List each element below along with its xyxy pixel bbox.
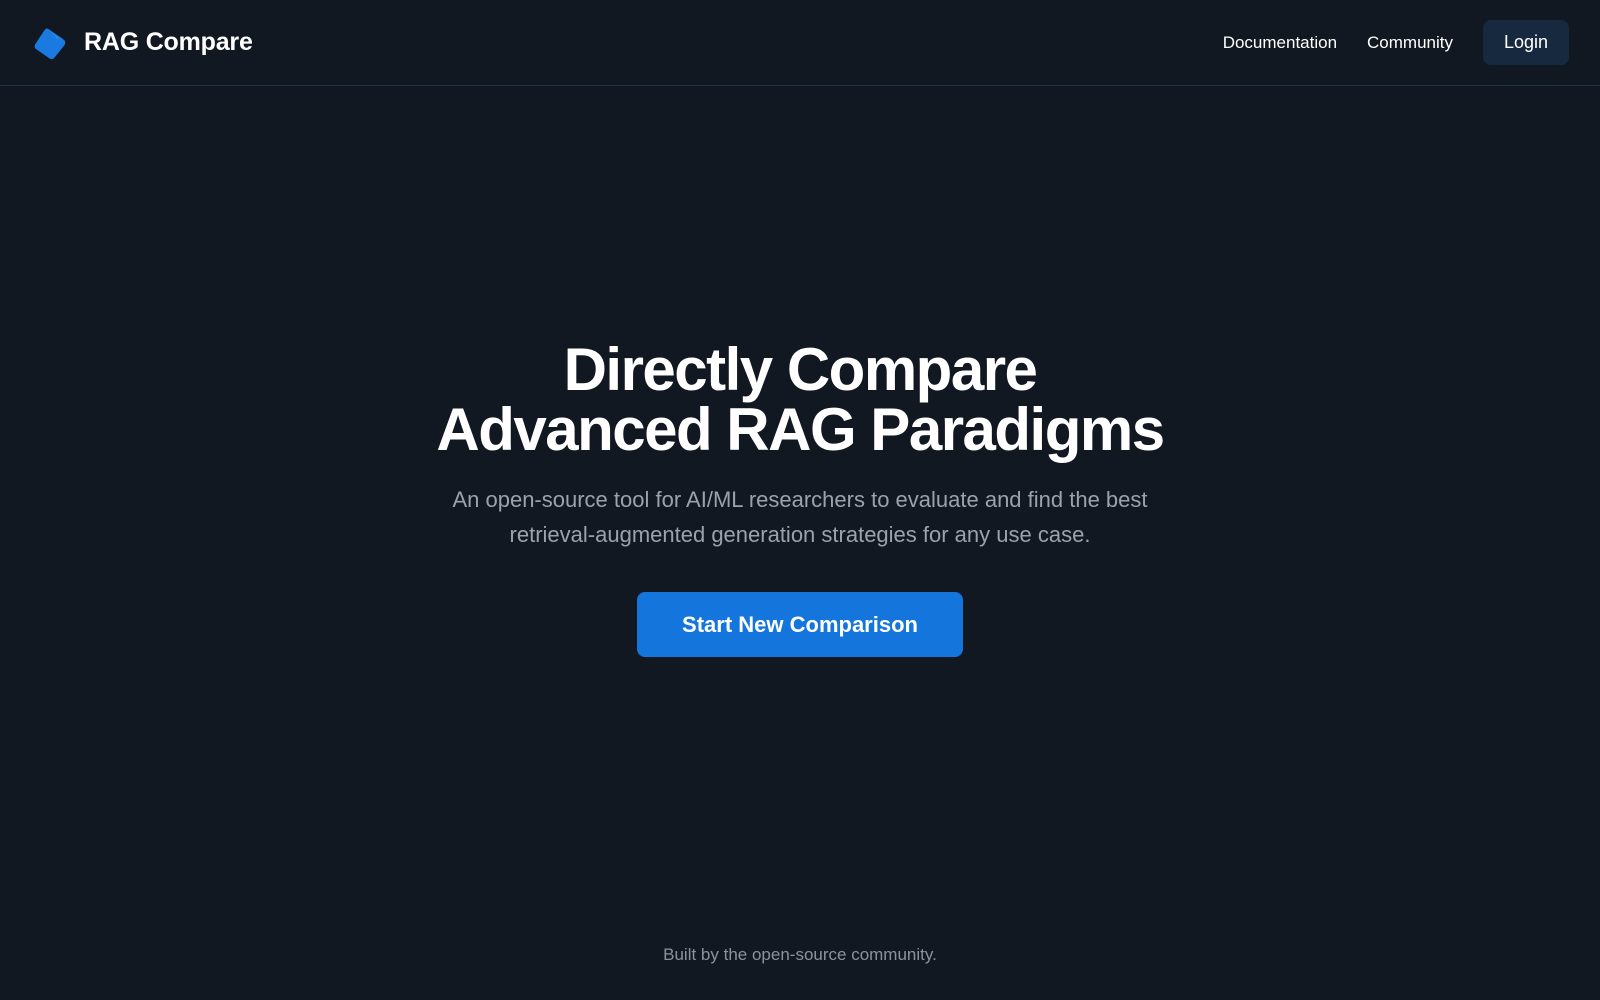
hero-subtitle-line-1: An open-source tool for AI/ML researcher… [452, 487, 1148, 512]
hero-subtitle: An open-source tool for AI/ML researcher… [390, 482, 1210, 552]
login-button[interactable]: Login [1483, 20, 1569, 65]
nav-links: Documentation Community Login [1223, 20, 1569, 65]
nav-community-link[interactable]: Community [1367, 33, 1453, 53]
nav-documentation-link[interactable]: Documentation [1223, 33, 1337, 53]
brand[interactable]: RAG Compare [32, 25, 253, 61]
footer-text: Built by the open-source community. [663, 945, 937, 964]
brand-name: RAG Compare [84, 28, 253, 56]
tag-logo-icon [34, 27, 66, 59]
hero-title-line-2: Advanced RAG Paradigms [436, 396, 1165, 463]
hero-section: Directly Compare Advanced RAG Paradigms … [0, 340, 1600, 657]
hero-title-line-1: Directly Compare [563, 336, 1038, 403]
hero-subtitle-line-2: retrieval-augmented generation strategie… [509, 522, 1091, 547]
top-navbar: RAG Compare Documentation Community Logi… [0, 0, 1600, 86]
page: RAG Compare Documentation Community Logi… [0, 0, 1600, 1000]
hero-title: Directly Compare Advanced RAG Paradigms [0, 340, 1600, 460]
start-new-comparison-button[interactable]: Start New Comparison [637, 592, 963, 657]
